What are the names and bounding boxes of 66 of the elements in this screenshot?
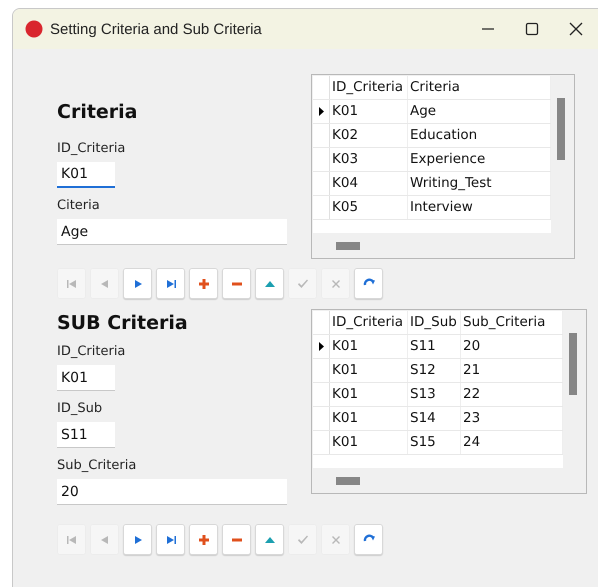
input-field[interactable]: 20 <box>57 479 287 505</box>
column-header[interactable]: Sub_Criteria <box>461 311 563 334</box>
column-header[interactable]: ID_Sub <box>408 311 461 334</box>
close-button[interactable] <box>568 21 584 37</box>
field-label: ID_Criteria <box>57 141 126 158</box>
navigator-button[interactable] <box>156 524 185 555</box>
table-cell: 22 <box>461 383 563 406</box>
section-heading: SUB Criteria <box>57 312 189 336</box>
field-label: Sub_Criteria <box>57 458 138 475</box>
checkmark-icon <box>296 532 310 546</box>
scrollbar-thumb[interactable] <box>336 477 360 485</box>
field-label: ID_Sub <box>57 401 104 418</box>
navigator-button[interactable] <box>222 268 251 299</box>
navigator-button[interactable] <box>123 268 152 299</box>
table-cell: K01 <box>330 359 408 382</box>
table-cell: 24 <box>461 431 563 454</box>
table-cell: Writing_Test <box>408 172 551 195</box>
column-header[interactable]: Criteria <box>408 76 551 99</box>
navigator-button[interactable] <box>156 268 185 299</box>
checkmark-icon <box>296 276 310 290</box>
table-cell: K04 <box>330 172 408 195</box>
input-field[interactable]: K01 <box>57 365 115 391</box>
table-cell: K02 <box>330 124 408 147</box>
table-cell: 21 <box>461 359 563 382</box>
navigator-button[interactable] <box>354 524 383 555</box>
table-cell: Age <box>408 100 551 123</box>
table-cell: Education <box>408 124 551 147</box>
table-cell: 20 <box>461 335 563 358</box>
navigator-button[interactable] <box>255 524 284 555</box>
table-cell: S11 <box>408 335 461 358</box>
navigator-button[interactable] <box>189 268 218 299</box>
section-heading: Criteria <box>57 101 138 125</box>
scrollbar-thumb[interactable] <box>557 98 565 160</box>
navigator-button[interactable] <box>123 524 152 555</box>
field-label: Citeria <box>57 198 101 215</box>
table-cell: S13 <box>408 383 461 406</box>
table-cell: S14 <box>408 407 461 430</box>
table-cell: K03 <box>330 148 408 171</box>
navigator-button[interactable] <box>222 524 251 555</box>
navigator-button[interactable] <box>255 268 284 299</box>
column-header[interactable]: ID_Criteria <box>330 76 408 99</box>
navigator-button[interactable] <box>189 524 218 555</box>
input-field[interactable]: Age <box>57 219 287 245</box>
plus-icon <box>196 276 210 290</box>
column-header[interactable]: ID_Criteria <box>330 311 408 334</box>
scrollbar-thumb[interactable] <box>336 242 360 250</box>
table-cell: S15 <box>408 431 461 454</box>
table-cell: K01 <box>330 407 408 430</box>
table-cell: S12 <box>408 359 461 382</box>
maximize-button[interactable] <box>524 21 540 37</box>
input-field[interactable]: S11 <box>57 422 115 448</box>
table-cell: Interview <box>408 196 551 219</box>
table-cell: K01 <box>330 383 408 406</box>
navigator-button[interactable] <box>354 268 383 299</box>
input-field[interactable]: K01 <box>57 162 115 188</box>
window-title: Setting Criteria and Sub Criteria <box>50 20 262 38</box>
app-logo-icon <box>25 20 43 38</box>
table-cell: K01 <box>330 335 408 358</box>
table-cell: 23 <box>461 407 563 430</box>
table-cell: K01 <box>330 100 408 123</box>
scrollbar-thumb[interactable] <box>569 333 577 395</box>
table-cell: Experience <box>408 148 551 171</box>
table-cell: K01 <box>330 431 408 454</box>
field-label: ID_Criteria <box>57 344 126 361</box>
plus-icon <box>196 532 210 546</box>
table-cell: K05 <box>330 196 408 219</box>
